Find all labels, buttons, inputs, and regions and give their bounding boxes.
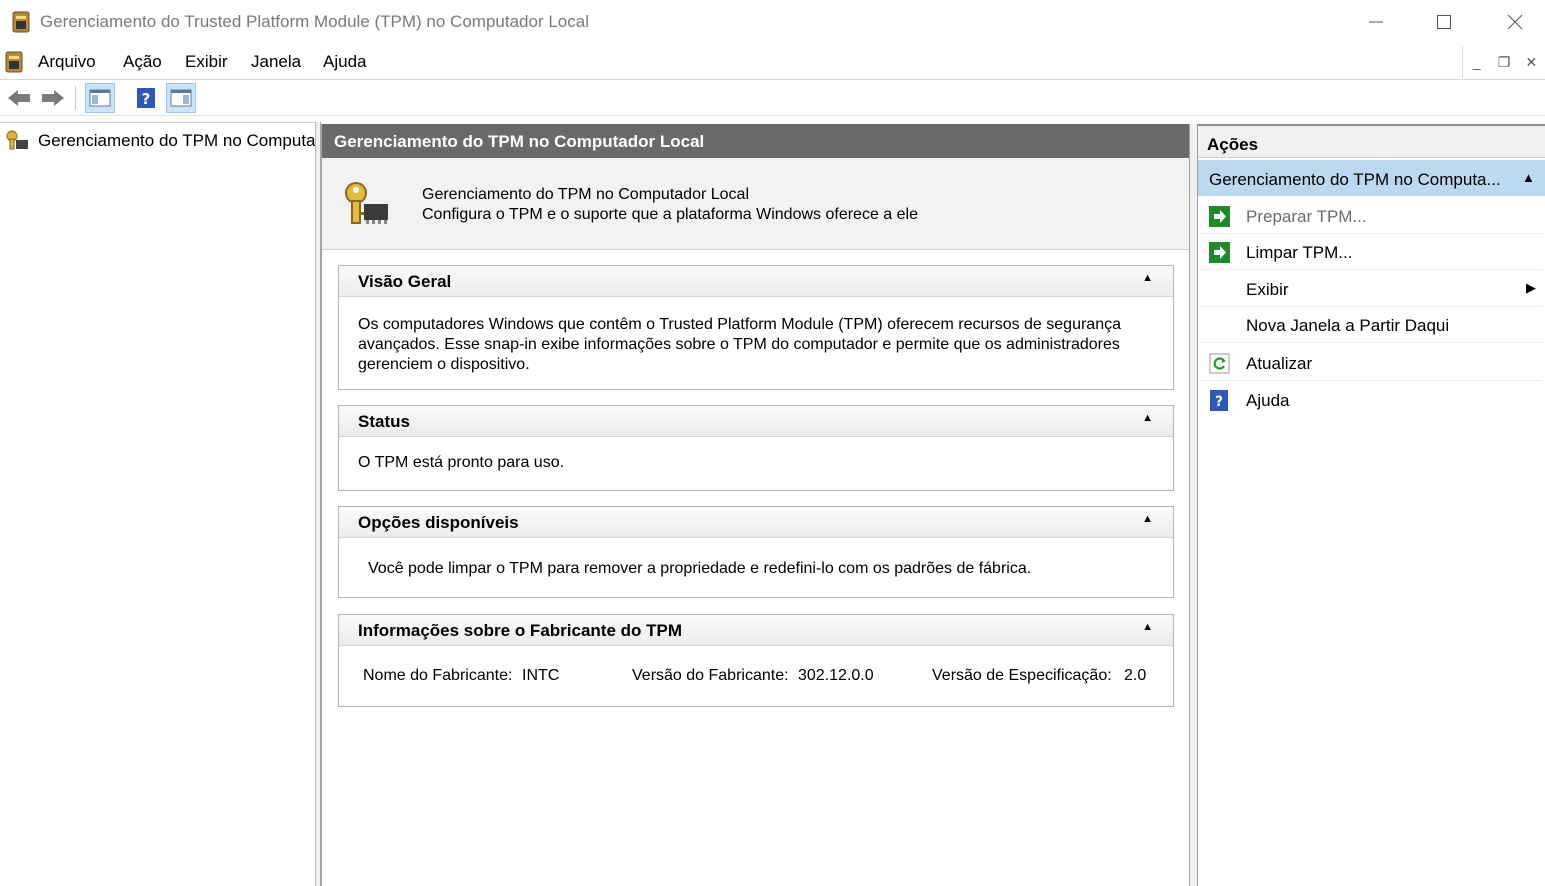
show-hide-action-pane-button[interactable] [166,83,196,113]
section-title: Status [358,412,410,431]
section-header[interactable]: Informações sobre o Fabricante do TPM ▲ [339,615,1173,646]
action-limpar-tpm[interactable]: Limpar TPM... [1198,234,1542,270]
mdi-close-icon[interactable]: ✕ [1521,54,1541,71]
results-pane-header: Gerenciamento do TPM no Computador Local [322,124,1189,158]
green-arrow-icon [1209,242,1230,263]
action-nova-janela[interactable]: Nova Janela a Partir Daqui [1198,307,1542,343]
results-pane: Gerenciamento do TPM no Computador Local… [321,124,1190,886]
tree-item-tpm-root[interactable]: Gerenciamento do TPM no Computador Local [4,127,316,155]
action-label: Ajuda [1246,391,1290,410]
green-arrow-icon [1209,206,1230,227]
action-label: Exibir [1246,280,1289,299]
manufacturer-version-label: Versão do Fabricante: [632,667,789,684]
section-header[interactable]: Status ▲ [339,406,1173,437]
menu-arquivo[interactable]: Arquivo [38,52,96,72]
section-available-options: Opções disponíveis ▲ Você pode limpar o … [338,506,1174,598]
refresh-icon [1209,353,1230,374]
section-body: Nome do Fabricante: INTC Versão do Fabri… [339,646,1173,706]
actions-group-label: Gerenciamento do TPM no Computa... [1209,170,1501,189]
menu-exibir[interactable]: Exibir [185,52,228,72]
mdi-minimize-icon[interactable]: _ [1467,54,1487,70]
manufacturer-name-value: INTC [522,667,560,684]
collapse-icon[interactable]: ▲ [1522,170,1535,185]
forward-arrow-icon [42,90,64,106]
intro-banner: Gerenciamento do TPM no Computador Local… [322,158,1189,250]
tpm-key-chip-icon [6,130,28,150]
action-preparar-tpm[interactable]: Preparar TPM... [1198,198,1542,234]
tpm-key-chip-icon [345,182,388,224]
menu-ajuda[interactable]: Ajuda [323,52,366,72]
minimize-button[interactable] [1341,0,1411,44]
section-body: Você pode limpar o TPM para remover a pr… [368,560,1032,577]
menu-bar: Arquivo Ação Exibir Janela Ajuda _ ❐ ✕ [0,44,1545,80]
action-label: Nova Janela a Partir Daqui [1246,316,1450,335]
spec-version-label: Versão de Especificação: [932,667,1112,684]
mmc-system-menu-icon[interactable] [3,50,25,74]
section-status: Status ▲ O TPM está pronto para uso. [338,405,1174,491]
collapse-icon[interactable]: ▲ [1142,513,1153,525]
section-title: Informações sobre o Fabricante do TPM [358,621,683,640]
back-button[interactable] [4,83,34,113]
section-overview: Visão Geral ▲ Os computadores Windows qu… [338,265,1174,390]
mdi-controls: _ ❐ ✕ [1462,46,1545,78]
action-ajuda[interactable]: ? Ajuda [1198,382,1542,418]
action-atualizar[interactable]: Atualizar [1198,345,1542,381]
close-button[interactable] [1480,0,1545,44]
section-header[interactable]: Opções disponíveis ▲ [339,507,1173,538]
mdi-restore-icon[interactable]: ❐ [1494,54,1514,71]
help-icon: ? [1210,390,1228,411]
intro-title: Gerenciamento do TPM no Computador Local [422,186,749,203]
back-arrow-icon [8,90,30,106]
action-label: Preparar TPM... [1246,207,1367,226]
section-header[interactable]: Visão Geral ▲ [339,266,1173,297]
maximize-icon [1437,15,1451,29]
close-icon [1507,14,1523,30]
svg-text:?: ? [142,90,151,108]
tree-item-label: Gerenciamento do TPM no Computador Local [38,131,316,150]
section-title: Opções disponíveis [358,513,519,532]
pane-splitter-right[interactable] [1190,124,1197,886]
title-bar: Gerenciamento do Trusted Platform Module… [0,0,1545,44]
console-tree-icon [89,89,111,107]
action-exibir[interactable]: Exibir ▶ [1198,271,1542,307]
action-label: Limpar TPM... [1246,243,1353,262]
section-body: Os computadores Windows que contêm o Tru… [358,316,1121,373]
console-tree-pane: Gerenciamento do TPM no Computador Local [0,122,316,886]
svg-text:?: ? [1215,394,1223,410]
tpm-app-icon [12,11,30,33]
section-manufacturer-info: Informações sobre o Fabricante do TPM ▲ … [338,614,1174,707]
section-title: Visão Geral [358,272,452,291]
action-pane-icon [170,89,192,107]
section-body: O TPM está pronto para uso. [358,454,565,471]
toolbar: ? [0,80,1545,116]
action-label: Atualizar [1246,354,1313,373]
menu-acao[interactable]: Ação [123,52,162,72]
actions-pane: Ações Gerenciamento do TPM no Computa...… [1197,124,1545,886]
actions-header-title: Ações [1207,135,1259,154]
menu-janela[interactable]: Janela [251,52,301,72]
actions-header: Ações [1198,124,1545,158]
intro-description: Configura o TPM e o suporte que a plataf… [422,206,918,223]
actions-group-header[interactable]: Gerenciamento do TPM no Computa... ▲ [1198,160,1545,196]
manufacturer-version-value: 302.12.0.0 [798,667,874,684]
help-toolbar-button[interactable]: ? [131,83,161,113]
show-hide-console-tree-button[interactable] [85,83,115,113]
forward-button[interactable] [38,83,68,113]
spec-version-value: 2.0 [1124,667,1147,684]
maximize-button[interactable] [1409,0,1479,44]
window-title: Gerenciamento do Trusted Platform Module… [40,12,589,31]
collapse-icon[interactable]: ▲ [1142,412,1153,424]
collapse-icon[interactable]: ▲ [1142,272,1153,284]
toolbar-separator [75,86,76,110]
manufacturer-name-label: Nome do Fabricante: [363,667,513,684]
help-icon: ? [137,88,155,108]
minimize-icon [1369,21,1383,23]
submenu-arrow-icon: ▶ [1526,280,1536,295]
collapse-icon[interactable]: ▲ [1142,621,1153,633]
